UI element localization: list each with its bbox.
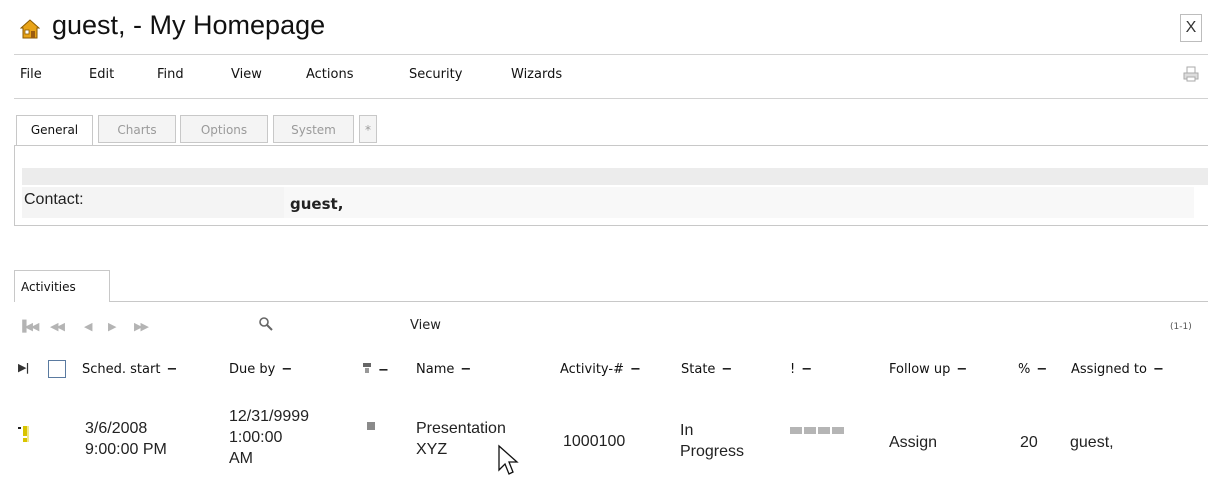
- view-button[interactable]: View: [410, 318, 441, 333]
- activity-type-icon: [363, 363, 371, 373]
- priority-bar: [790, 421, 846, 439]
- select-all-checkbox[interactable]: [48, 360, 66, 378]
- last-page-icon[interactable]: ▶▶: [134, 320, 149, 333]
- col-activity-no[interactable]: Activity-# −: [560, 362, 641, 377]
- col-due-by[interactable]: Due by −: [229, 362, 292, 377]
- menu-find[interactable]: Find: [157, 67, 184, 82]
- tab-system[interactable]: System: [273, 115, 354, 143]
- tab-options[interactable]: Options: [180, 115, 268, 143]
- panel-stripe: [22, 168, 1208, 185]
- divider: [14, 98, 1208, 99]
- cell-sched-start: 3/6/2008 9:00:00 PM: [85, 420, 167, 458]
- tab-more[interactable]: *: [359, 115, 377, 143]
- cell-follow-up[interactable]: Assign: [889, 432, 937, 453]
- tab-charts[interactable]: Charts: [98, 115, 176, 143]
- priority-icon: [18, 426, 31, 442]
- col-type[interactable]: −: [362, 362, 389, 378]
- expand-all-icon[interactable]: ▶|: [18, 361, 30, 374]
- col-sched-start[interactable]: Sched. start −: [82, 362, 177, 377]
- home-icon: [20, 19, 40, 39]
- cell-state: In Progress: [680, 422, 745, 460]
- page-title: guest, - My Homepage: [52, 10, 326, 40]
- previous-page-icon[interactable]: ◀◀: [50, 320, 65, 333]
- cell-name[interactable]: Presentation XYZ: [416, 418, 506, 460]
- close-button[interactable]: X: [1180, 14, 1202, 42]
- next-icon[interactable]: ▶: [108, 320, 117, 333]
- menu-actions[interactable]: Actions: [306, 67, 354, 82]
- tab-general[interactable]: General: [16, 115, 93, 146]
- col-priority[interactable]: ! −: [790, 362, 812, 377]
- search-icon[interactable]: [258, 316, 274, 332]
- contact-value[interactable]: guest,: [290, 195, 343, 213]
- cell-assigned-to: guest,: [1070, 434, 1114, 451]
- activity-type-icon: [367, 422, 375, 430]
- col-percent[interactable]: % −: [1018, 362, 1047, 377]
- menu-security[interactable]: Security: [409, 67, 462, 82]
- col-name[interactable]: Name −: [416, 362, 471, 377]
- printer-icon[interactable]: [1183, 66, 1199, 82]
- menu-file[interactable]: File: [20, 67, 42, 82]
- contact-value-cell: [284, 187, 1194, 218]
- cell-due-by: 12/31/9999 1:00:00 AM: [229, 408, 310, 467]
- menu-edit[interactable]: Edit: [89, 67, 114, 82]
- cell-percent: 20: [1020, 434, 1038, 451]
- col-state[interactable]: State −: [681, 362, 732, 377]
- first-page-icon[interactable]: ▐◀◀: [18, 320, 39, 333]
- menu-view[interactable]: View: [231, 67, 262, 82]
- menu-wizards[interactable]: Wizards: [511, 67, 562, 82]
- cell-activity-no: 1000100: [563, 433, 626, 450]
- divider: [14, 54, 1208, 55]
- divider: [110, 301, 1208, 302]
- mouse-cursor-icon: [498, 444, 519, 475]
- prev-icon[interactable]: ◀: [84, 320, 93, 333]
- col-follow-up[interactable]: Follow up −: [889, 362, 967, 377]
- col-assigned-to[interactable]: Assigned to −: [1071, 362, 1164, 377]
- contact-label: Contact:: [24, 191, 84, 208]
- tab-activities[interactable]: Activities: [14, 270, 110, 302]
- record-range: (1-1): [1170, 322, 1192, 332]
